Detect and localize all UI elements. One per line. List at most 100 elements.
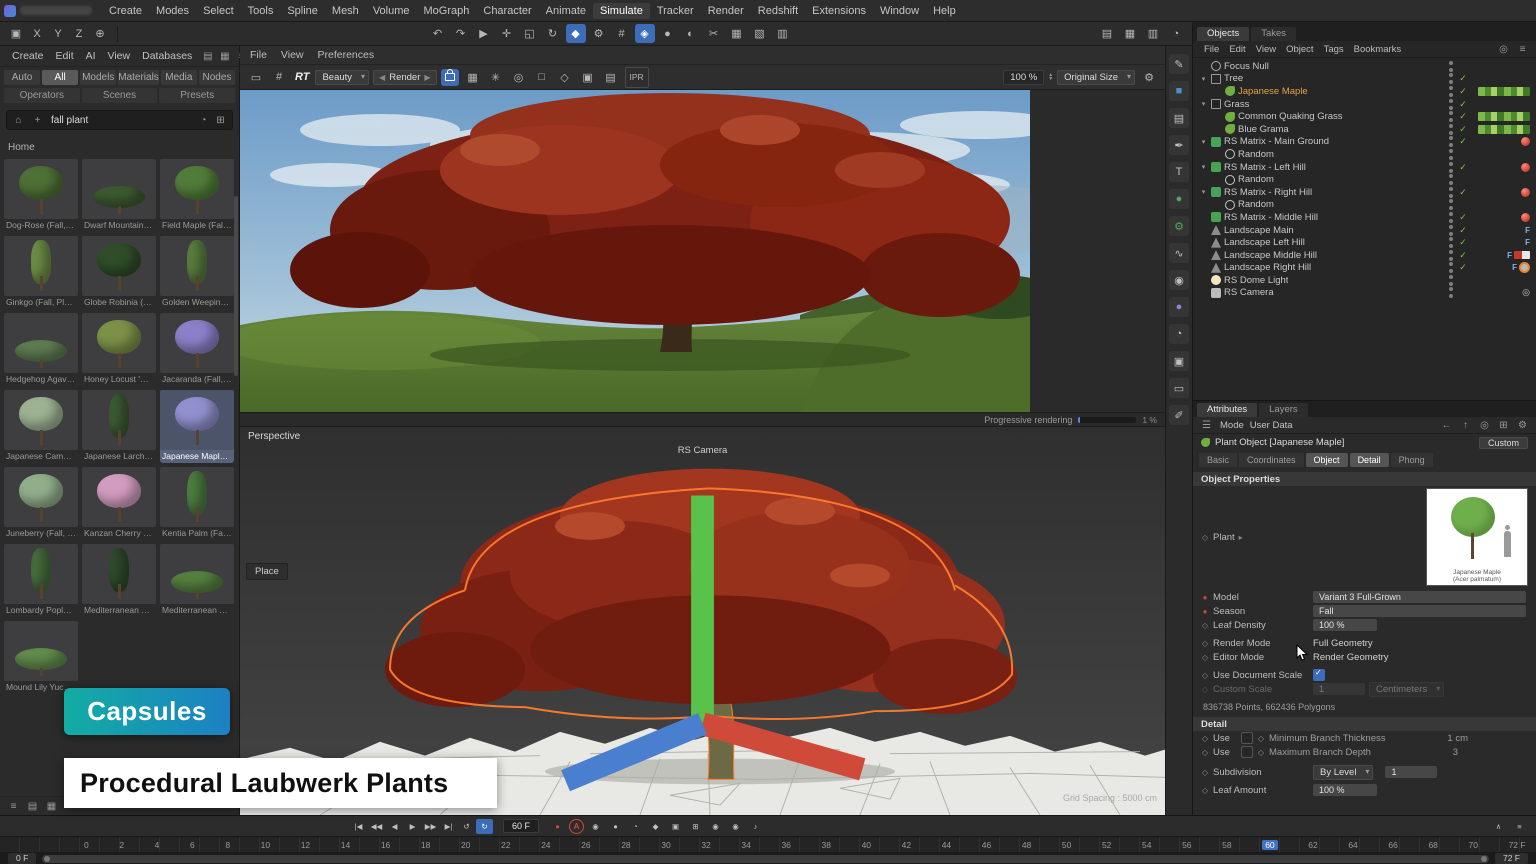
transport-button[interactable]: ▶: [404, 819, 421, 834]
visibility-dots[interactable]: [1448, 262, 1454, 273]
ruler-frame-number[interactable]: 50: [1062, 840, 1071, 850]
object-row[interactable]: RS Camera: [1193, 287, 1536, 300]
asset-scrollbar[interactable]: [234, 196, 238, 376]
visibility-dots[interactable]: [1448, 212, 1454, 223]
object-row[interactable]: Japanese Maple: [1193, 85, 1536, 98]
param-diamond-icon[interactable]: ◇: [1201, 621, 1209, 630]
object-menu-item[interactable]: Bookmarks: [1349, 44, 1407, 55]
property-tab[interactable]: Object: [1306, 453, 1348, 467]
render-view-menu-item[interactable]: Preferences: [318, 49, 375, 61]
timeline-right-button[interactable]: ∧: [1490, 819, 1507, 834]
menu-item[interactable]: Create: [102, 3, 149, 19]
asset-tile[interactable]: Mediterranean Cypress (Fall, Plant): [82, 544, 156, 617]
object-menu-item[interactable]: View: [1251, 44, 1281, 55]
transport-button[interactable]: ↻: [476, 819, 493, 834]
lock-button[interactable]: [441, 69, 459, 86]
subdivision-mode-dropdown[interactable]: By Level: [1313, 765, 1373, 780]
rt-icon[interactable]: ◇: [555, 68, 575, 87]
timeline-ruler[interactable]: 0246810121416182022242628303234363840424…: [0, 836, 1536, 852]
visibility-dots[interactable]: [1448, 174, 1454, 185]
asset-menu-item[interactable]: Create: [6, 49, 50, 63]
ruler-frame-number[interactable]: 22: [501, 840, 510, 850]
ruler-frame-number[interactable]: 36: [781, 840, 790, 850]
season-dropdown[interactable]: Fall: [1313, 605, 1526, 617]
ruler-frame-number[interactable]: 66: [1388, 840, 1397, 850]
menu-item[interactable]: Window: [873, 3, 926, 19]
zoom-value[interactable]: 100 %: [1003, 70, 1044, 85]
render-button[interactable]: ▥: [1143, 24, 1163, 43]
visibility-dots[interactable]: [1448, 149, 1454, 160]
ruler-frame-number[interactable]: 4: [155, 840, 160, 850]
menu-item[interactable]: Animate: [539, 3, 593, 19]
plant-preview-thumbnail[interactable]: Japanese Maple (Acer palmatum): [1426, 488, 1528, 586]
editor-mode-dropdown[interactable]: Render Geometry: [1313, 652, 1389, 663]
tool-button[interactable]: ◆: [566, 24, 586, 43]
property-tab[interactable]: Phong: [1391, 453, 1433, 467]
search-option-icon[interactable]: ⊞: [213, 113, 228, 128]
param-diamond-icon[interactable]: ◇: [1201, 639, 1209, 648]
tool-button[interactable]: ⚙: [589, 24, 609, 43]
object-row[interactable]: Blue Grama: [1193, 123, 1536, 136]
menu-item[interactable]: Extensions: [805, 3, 873, 19]
expander-icon[interactable]: ▾: [1199, 163, 1208, 171]
visibility-dots[interactable]: [1448, 124, 1454, 135]
ruler-frame-number[interactable]: 8: [225, 840, 230, 850]
keying-button[interactable]: A: [569, 819, 584, 834]
object-row[interactable]: Random: [1193, 199, 1536, 212]
object-menu-item[interactable]: Tags: [1319, 44, 1349, 55]
thumb-size-icon[interactable]: ▦: [44, 799, 59, 814]
enable-check-icon[interactable]: [1457, 225, 1469, 236]
ruler-frame-number[interactable]: 52: [1102, 840, 1111, 850]
ruler-frame-number[interactable]: 24: [541, 840, 550, 850]
expander-icon[interactable]: ▾: [1199, 188, 1208, 196]
mode-label[interactable]: Mode: [1220, 420, 1244, 431]
keyframe-dot-icon[interactable]: ●: [1201, 607, 1209, 616]
keyframe-dot-icon[interactable]: ●: [1201, 593, 1209, 602]
enable-check-icon[interactable]: [1457, 124, 1469, 135]
asset-menu-item[interactable]: AI: [80, 49, 102, 63]
min-branch-value[interactable]: 1 cm: [1447, 733, 1468, 744]
keying-button[interactable]: ◆: [647, 819, 664, 834]
ruler-frame-number[interactable]: 18: [421, 840, 430, 850]
asset-tile[interactable]: Juneberry (Fall, Plant): [4, 467, 78, 540]
expander-icon[interactable]: ▾: [1199, 138, 1208, 146]
object-badges[interactable]: [1472, 86, 1530, 97]
object-row[interactable]: RS Dome Light: [1193, 274, 1536, 287]
ruler-frame-number[interactable]: 64: [1348, 840, 1357, 850]
tool-button[interactable]: ▥: [773, 24, 793, 43]
zoom-stepper[interactable]: ▲▼: [1048, 73, 1053, 81]
expander-icon[interactable]: ▾: [1199, 75, 1208, 83]
panel-tab[interactable]: Attributes: [1197, 403, 1257, 417]
attribute-nav-icon[interactable]: ⊞: [1496, 418, 1511, 433]
visibility-dots[interactable]: [1448, 162, 1454, 173]
render-button[interactable]: ▦: [1120, 24, 1140, 43]
tool-button[interactable]: ◱: [520, 24, 540, 43]
capsule-tool-button[interactable]: ▭: [1169, 378, 1189, 398]
render-button[interactable]: ◔: [1166, 24, 1186, 43]
ruler-frame-number[interactable]: 60: [1262, 840, 1277, 850]
ruler-frame-number[interactable]: 26: [581, 840, 590, 850]
param-diamond-icon[interactable]: ◇: [1201, 653, 1209, 662]
visibility-dots[interactable]: [1448, 287, 1454, 298]
property-tab[interactable]: Coordinates: [1239, 453, 1304, 467]
max-branch-use-checkbox[interactable]: [1241, 746, 1253, 758]
render-view-menu-item[interactable]: View: [281, 49, 304, 61]
object-properties-header[interactable]: Object Properties: [1193, 472, 1536, 486]
range-start-field[interactable]: 0 F: [8, 853, 36, 864]
axis-lock-button[interactable]: Y: [48, 24, 68, 43]
object-badges[interactable]: [1472, 262, 1530, 273]
subdivision-field[interactable]: 1: [1385, 766, 1437, 778]
tool-button[interactable]: ◐: [681, 24, 701, 43]
object-menu-item[interactable]: Edit: [1224, 44, 1250, 55]
tool-button[interactable]: #: [612, 24, 632, 43]
hamburger-icon[interactable]: ☰: [1199, 418, 1214, 433]
perspective-viewport[interactable]: Perspective RS Camera Place Grid Spacing…: [240, 427, 1165, 815]
category-tab[interactable]: Scenes: [82, 88, 158, 103]
ruler-frame-number[interactable]: 6: [190, 840, 195, 850]
filter-tab[interactable]: Models: [80, 70, 116, 85]
ruler-frame-number[interactable]: 20: [461, 840, 470, 850]
axis-lock-button[interactable]: X: [27, 24, 47, 43]
object-row[interactable]: Random: [1193, 173, 1536, 186]
menu-item[interactable]: Render: [701, 3, 751, 19]
menu-item[interactable]: Volume: [366, 3, 417, 19]
